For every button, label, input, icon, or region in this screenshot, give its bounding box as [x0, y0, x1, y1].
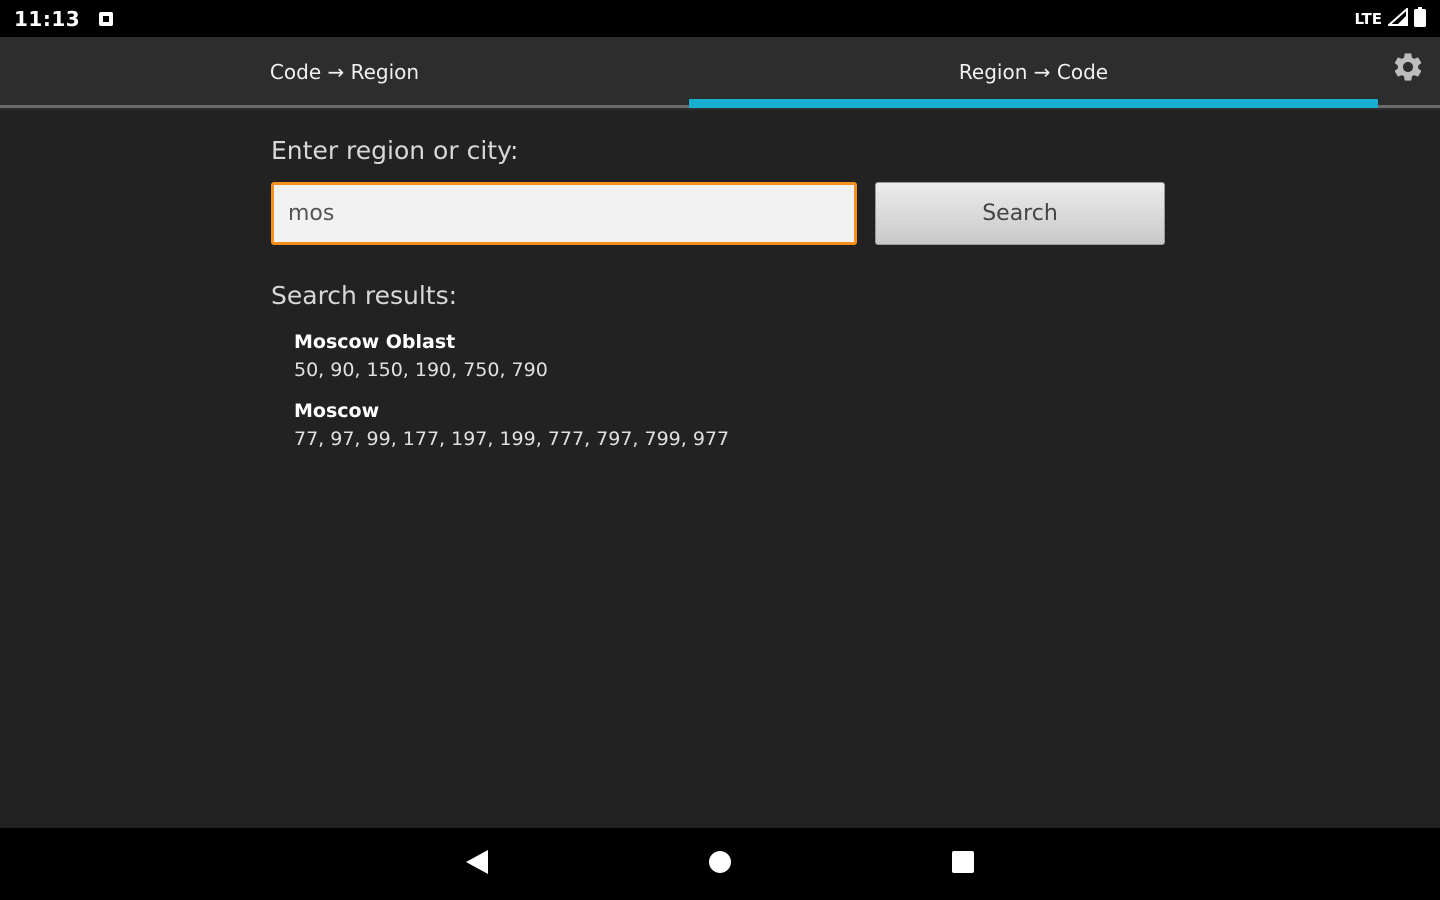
recents-icon [951, 850, 975, 878]
result-region-name: Moscow Oblast [294, 331, 456, 353]
list-item[interactable]: Moscow Oblast 50, 90, 150, 190, 750, 790 [294, 328, 729, 384]
status-bar: 11:13 LTE [0, 0, 1440, 37]
results-list: Moscow Oblast 50, 90, 150, 190, 750, 790… [294, 328, 729, 466]
tab-label: Region → Code [958, 60, 1109, 84]
tab-region-to-code[interactable]: Region → Code [689, 37, 1378, 107]
main-content: Enter region or city: Search Search resu… [0, 110, 1440, 828]
region-prompt-label: Enter region or city: [271, 136, 519, 165]
battery-icon [1414, 6, 1426, 31]
back-button[interactable] [455, 842, 499, 886]
status-left: 11:13 [14, 7, 114, 31]
tab-label: Code → Region [269, 60, 420, 84]
result-region-codes: 77, 97, 99, 177, 197, 199, 777, 797, 799… [294, 428, 730, 450]
notification-icon [98, 11, 114, 27]
status-right: LTE [1354, 6, 1426, 31]
gear-icon [1391, 50, 1425, 88]
network-type: LTE [1354, 9, 1382, 28]
signal-icon [1386, 6, 1408, 30]
status-time: 11:13 [14, 6, 81, 31]
tab-selected-indicator [689, 99, 1378, 108]
result-region-codes: 50, 90, 150, 190, 750, 790 [294, 359, 548, 381]
home-button[interactable] [698, 842, 742, 886]
tab-bar: Code → Region Region → Code [0, 37, 1440, 110]
navigation-bar [0, 828, 1440, 900]
region-search-input[interactable] [271, 182, 857, 245]
tab-code-to-region[interactable]: Code → Region [0, 37, 689, 107]
search-button[interactable]: Search [875, 182, 1165, 245]
home-icon [708, 850, 732, 878]
settings-button[interactable] [1388, 49, 1428, 89]
results-heading: Search results: [271, 281, 458, 310]
list-item[interactable]: Moscow 77, 97, 99, 177, 197, 199, 777, 7… [294, 397, 729, 453]
result-region-name: Moscow [294, 400, 380, 422]
recents-button[interactable] [941, 842, 985, 886]
back-icon [464, 848, 490, 880]
